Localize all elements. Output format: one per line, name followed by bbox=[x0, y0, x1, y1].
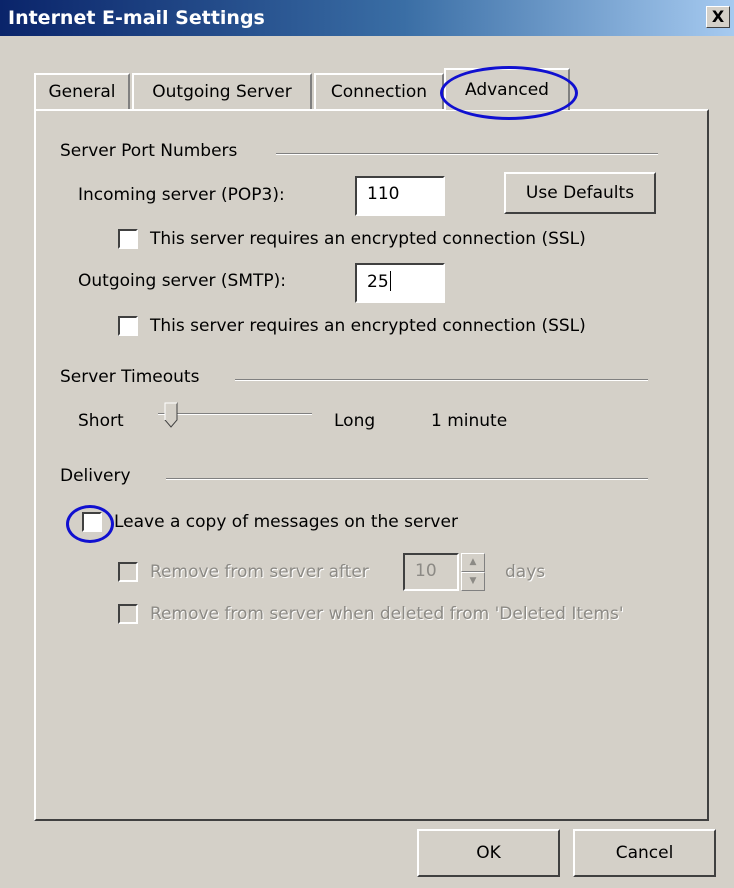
delivery-group-divider bbox=[166, 478, 648, 480]
remove-deleted-checkbox[interactable] bbox=[118, 604, 138, 624]
days-label: days bbox=[505, 562, 546, 582]
incoming-server-label: Incoming server (POP3): bbox=[78, 185, 285, 205]
internet-email-settings-dialog: Internet E-mail Settings X General Outgo… bbox=[0, 0, 734, 888]
remove-after-days-value: 10 bbox=[415, 561, 437, 581]
timeouts-group-divider bbox=[235, 379, 648, 381]
timeouts-group-label: Server Timeouts bbox=[60, 367, 204, 387]
outgoing-ssl-label: This server requires an encrypted connec… bbox=[150, 316, 586, 336]
incoming-ssl-label: This server requires an encrypted connec… bbox=[150, 229, 586, 249]
timeout-slider-thumb[interactable] bbox=[164, 402, 178, 428]
spin-up-icon[interactable]: ▲ bbox=[461, 553, 485, 572]
timeout-long-label: Long bbox=[334, 411, 376, 431]
outgoing-ssl-checkbox[interactable] bbox=[118, 316, 138, 336]
outgoing-port-value: 25 bbox=[367, 272, 389, 292]
leave-copy-checkbox[interactable] bbox=[82, 512, 102, 532]
ports-group-label: Server Port Numbers bbox=[60, 141, 242, 161]
incoming-ssl-checkbox[interactable] bbox=[118, 229, 138, 249]
days-spinner[interactable]: ▲ ▼ bbox=[461, 553, 485, 591]
text-caret bbox=[389, 271, 391, 291]
panel-content: Server Port Numbers Incoming server (POP… bbox=[0, 0, 734, 888]
incoming-port-input[interactable]: 110 bbox=[355, 176, 445, 216]
leave-copy-label: Leave a copy of messages on the server bbox=[114, 512, 458, 532]
remove-after-checkbox[interactable] bbox=[118, 562, 138, 582]
timeout-short-label: Short bbox=[78, 411, 124, 431]
remove-deleted-label: Remove from server when deleted from 'De… bbox=[150, 604, 624, 624]
incoming-port-value: 110 bbox=[367, 184, 400, 204]
outgoing-port-input[interactable]: 25 bbox=[355, 263, 445, 303]
remove-after-days-input[interactable]: 10 bbox=[403, 553, 459, 591]
delivery-group-label: Delivery bbox=[60, 466, 135, 486]
use-defaults-button[interactable]: Use Defaults bbox=[504, 172, 656, 214]
cancel-button[interactable]: Cancel bbox=[573, 829, 716, 877]
ports-group-divider bbox=[276, 153, 658, 155]
ok-button[interactable]: OK bbox=[417, 829, 560, 877]
timeout-slider-track[interactable] bbox=[158, 413, 312, 415]
outgoing-server-label: Outgoing server (SMTP): bbox=[78, 271, 287, 291]
timeout-value-label: 1 minute bbox=[431, 411, 508, 431]
spin-down-icon[interactable]: ▼ bbox=[461, 572, 485, 591]
remove-after-label: Remove from server after bbox=[150, 562, 369, 582]
